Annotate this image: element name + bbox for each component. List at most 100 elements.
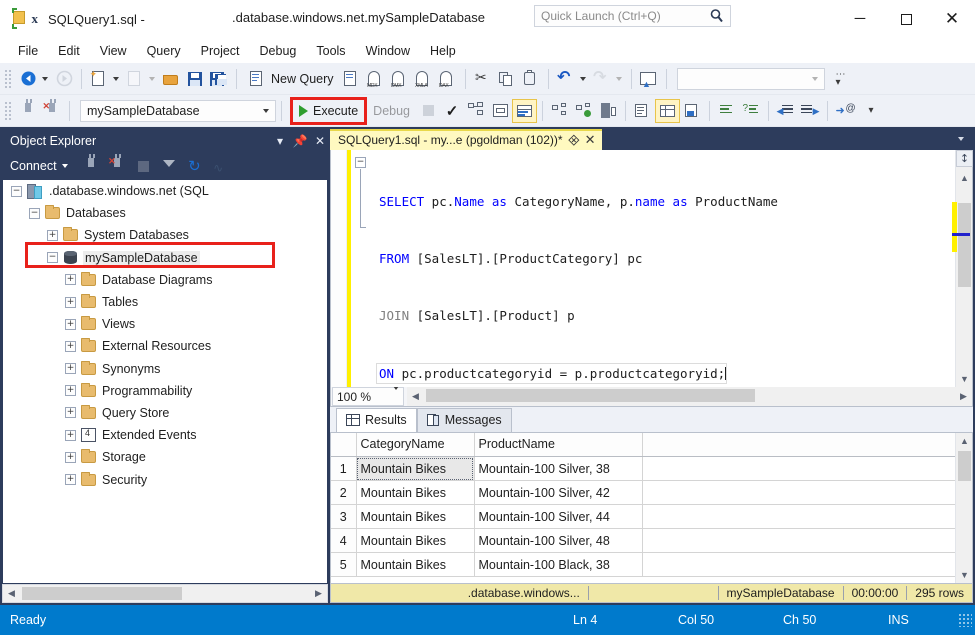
execute-button[interactable]: Execute [293,100,364,122]
quick-launch-input[interactable]: Quick Launch (Ctrl+Q) [535,9,707,23]
maximize-icon[interactable] [883,4,929,34]
tree-node-storage[interactable]: + Storage [3,446,327,468]
tree-node-system-databases[interactable]: + System Databases [3,224,327,246]
tree-node-security[interactable]: + Security [3,468,327,490]
cell-categoryname[interactable]: Mountain Bikes [356,552,475,578]
comment-lines-icon[interactable] [715,99,739,123]
paste-icon[interactable] [519,67,543,91]
tree-node-tables[interactable]: + Tables [3,291,327,313]
zoom-level-value[interactable]: 100 % [333,390,391,404]
cell-productname[interactable]: Mountain-100 Silver, 44 [474,504,643,530]
results-to-file-icon[interactable] [680,99,704,123]
resize-grip-icon[interactable] [958,613,972,627]
zoom-dropdown-icon[interactable] [391,385,403,404]
tree-node-query-store[interactable]: + Query Store [3,402,327,424]
table-row[interactable]: 1 Mountain Bikes Mountain-100 Silver, 38 [331,456,955,482]
minimize-icon[interactable]: ─ [837,4,883,34]
intellisense-enabled-icon[interactable] [512,98,538,123]
results-grid[interactable]: CategoryName ProductName 1 Mountain Bikes… [330,431,973,584]
cell-categoryname[interactable]: Mountain Bikes [356,480,475,506]
cell-productname[interactable]: Mountain-100 Silver, 42 [474,480,643,506]
row-number[interactable]: 2 [331,480,357,506]
save-all-icon[interactable] [207,67,231,91]
close-icon[interactable]: ✕ [929,4,975,34]
menu-window[interactable]: Window [356,41,420,61]
database-combo[interactable]: mySampleDatabase [80,99,276,122]
tree-node-synonyms[interactable]: + Synonyms [3,358,327,380]
row-number[interactable]: 3 [331,504,357,530]
vscroll-thumb[interactable] [958,202,971,287]
menu-query[interactable]: Query [137,41,191,61]
new-xmla-query-icon[interactable]: XMLA [412,67,436,91]
expand-icon[interactable]: + [65,429,76,441]
disconnect-icon[interactable]: ✕ [40,98,64,123]
query-options-icon[interactable] [488,99,512,123]
editor-code-text[interactable]: SELECT pc.Name as CategoryName, p.name a… [373,150,955,387]
scroll-right-icon[interactable]: ▶ [955,388,972,405]
tree-node-databases[interactable]: − Databases [3,202,327,224]
connect-button[interactable]: Connect [10,159,72,173]
zoom-combo[interactable]: 100 % [332,385,404,407]
new-project-icon[interactable]: ✦ [87,67,111,91]
collapse-icon[interactable]: − [11,185,22,197]
actual-plan-icon[interactable] [548,99,572,123]
database-combo-value[interactable]: mySampleDatabase [81,104,259,118]
new-query-button[interactable]: New Query [242,67,340,91]
open-file-icon[interactable] [159,67,183,91]
cell-categoryname[interactable]: Mountain Bikes [356,504,475,530]
navigate-back-dropdown-icon[interactable] [42,76,48,81]
scroll-right-icon[interactable]: ▶ [310,585,327,602]
column-header-categoryname[interactable]: CategoryName [356,432,475,458]
document-tab-sqlquery1[interactable]: SQLQuery1.sql - my...e (pgoldman (102))*… [330,129,602,150]
client-statistics-icon[interactable] [572,99,596,123]
menu-view[interactable]: View [90,41,137,61]
connect-icon[interactable] [16,98,40,123]
expand-icon[interactable]: + [65,363,76,375]
vscroll-thumb[interactable] [958,450,971,481]
activity-monitor-icon[interactable]: ▲ [637,67,661,91]
close-icon[interactable]: ✕ [585,132,596,148]
table-row[interactable]: 5 Mountain Bikes Mountain-100 Black, 38 [331,552,955,578]
activity-monitor-icon[interactable]: ∿ [210,154,234,178]
new-project-dropdown-icon[interactable] [113,76,119,81]
specify-values-icon[interactable] [596,99,620,123]
decrease-indent-icon[interactable]: ◀ [774,99,798,123]
scroll-left-icon[interactable]: ◀ [3,585,20,602]
new-query-with-current-connection-icon[interactable] [340,67,364,91]
find-combo[interactable] [676,67,825,90]
editor-vscrollbar[interactable]: ↕ ▲ ▼ [952,149,973,388]
column-header-productname[interactable]: ProductName [474,432,643,458]
filter-icon[interactable] [158,154,182,178]
disconnect-icon[interactable]: ✕ [106,154,130,178]
toolbar-grip[interactable] [4,68,13,89]
quick-launch-box[interactable]: Quick Launch (Ctrl+Q) [534,5,731,27]
menu-tools[interactable]: Tools [306,41,355,61]
cell-categoryname[interactable]: Mountain Bikes [356,528,475,554]
hscroll-thumb[interactable] [426,389,756,403]
chevron-down-icon[interactable]: ▾ [270,134,290,148]
cut-icon[interactable]: ✂ [471,67,495,91]
collapse-icon[interactable]: − [47,252,58,264]
undo-icon[interactable]: ↶ [554,67,578,91]
tab-results[interactable]: Results [336,407,417,432]
connect-dropdown-icon[interactable] [61,164,68,168]
uncomment-lines-icon[interactable]: ? [739,99,763,123]
toolbar-overflow-icon[interactable]: ⋯ ▾ [829,67,853,91]
copy-icon[interactable] [495,67,519,91]
menu-debug[interactable]: Debug [250,41,307,61]
hscroll-track[interactable] [20,586,310,601]
increase-indent-icon[interactable]: ▶ [798,99,822,123]
database-combo-dropdown-icon[interactable] [259,108,275,113]
undo-dropdown-icon[interactable] [579,76,586,81]
tab-messages[interactable]: Messages [416,407,512,432]
new-dax-query-icon[interactable]: DAX [436,67,460,91]
tree-node-extended-events[interactable]: + Extended Events [3,424,327,446]
expand-icon[interactable]: + [47,229,58,241]
new-dmx-query-icon[interactable]: DMX [388,67,412,91]
table-row[interactable]: 2 Mountain Bikes Mountain-100 Silver, 42 [331,480,955,506]
cell-productname[interactable]: Mountain-100 Black, 38 [474,552,643,578]
scroll-left-icon[interactable]: ◀ [407,388,424,405]
expand-icon[interactable]: + [65,296,76,308]
sql-editor[interactable]: − SELECT pc.Name as CategoryName, p.name… [330,149,973,388]
tree-node-mysampledatabase[interactable]: − mySampleDatabase [3,247,327,269]
